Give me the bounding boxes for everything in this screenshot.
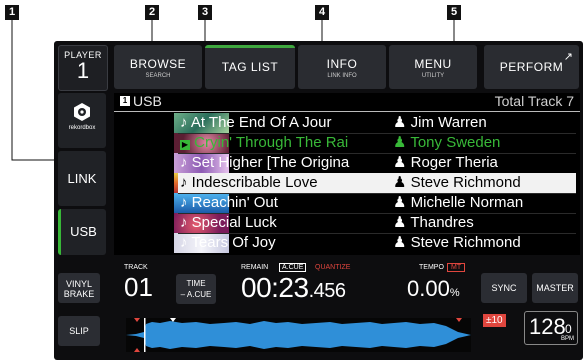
callout-1: 1 [5, 5, 19, 20]
tempo-label: TEMPO [419, 264, 444, 271]
track-artist: ♟ Jim Warren [393, 114, 487, 131]
list-source: USB [133, 93, 162, 109]
slip-label: SLIP [69, 326, 89, 336]
tab-info-label: INFO [326, 57, 358, 71]
track-row[interactable]: ♪ Reachin' Out ♟ Michelle Norman [178, 193, 576, 214]
header-divider [114, 111, 580, 112]
time-mode-label: TIME [186, 279, 206, 288]
tab-tag-list[interactable]: TAG LIST [205, 45, 295, 89]
master-tempo-label: MT [447, 263, 466, 272]
waveform [126, 318, 471, 352]
link-label: LINK [67, 171, 97, 186]
tab-browse[interactable]: BROWSE SEARCH [114, 45, 202, 89]
track-artist: ♟ Tony Sweden [393, 134, 501, 151]
track-title: ▶ Cryin' Through The Rai [180, 134, 349, 151]
tab-info[interactable]: INFO LINK INFO [298, 45, 386, 89]
track-row[interactable]: ♪ Set Higher [The Origina ♟ Roger Theria [178, 153, 576, 174]
tab-menu-label: MENU [414, 57, 452, 71]
expand-icon: ↗ [563, 51, 573, 63]
rekordbox-icon [74, 103, 90, 121]
tab-menu-sub: UTILITY [421, 73, 445, 79]
remain-label: REMAIN [241, 264, 269, 271]
player-indicator: PLAYER 1 [58, 45, 108, 91]
time-display: 00:23.456 [241, 272, 346, 303]
track-title: ♪ Special Luck [180, 214, 277, 231]
total-tracks: Total Track 7 [494, 93, 574, 109]
sync-button[interactable]: SYNC [481, 273, 527, 303]
source-badge: 1 [120, 96, 130, 106]
source-usb[interactable]: USB [58, 209, 106, 255]
track-title: ♪ Reachin' Out [180, 194, 278, 211]
callout-2: 2 [145, 5, 159, 20]
tempo-range-badge: ±10 [483, 314, 506, 327]
player-number: 1 [76, 58, 90, 83]
callout-4: 4 [315, 5, 329, 20]
bpm-label: BPM [561, 336, 575, 342]
callout-3: 3 [198, 5, 212, 20]
bpm-decimal: 0 [565, 322, 572, 336]
master-label: MASTER [536, 283, 574, 293]
track-row[interactable]: ♪ At The End Of A Jour ♟ Jim Warren [178, 113, 576, 134]
list-header: 1 USB Total Track 7 [116, 93, 578, 111]
track-title: ♪ Tears Of Joy [180, 234, 276, 251]
tempo-value: 0.00% [407, 276, 460, 301]
time-mode-button[interactable]: TIME – A.CUE [176, 274, 216, 304]
source-link[interactable]: LINK [58, 151, 106, 206]
tab-tag-list-label: TAG LIST [221, 60, 279, 74]
tab-menu[interactable]: MENU UTILITY [389, 45, 477, 89]
track-row-selected[interactable]: ♪ Indescribable Love ♟ Steve Richmond [178, 173, 576, 194]
track-row-playing[interactable]: ▶ Cryin' Through The Rai ♟ Tony Sweden [178, 133, 576, 154]
vinyl-brake-button[interactable]: VINYL BRAKE [58, 273, 100, 303]
deck-info: TRACK 01 TIME – A.CUE REMAIN A.CUE QUANT… [114, 260, 479, 360]
track-artist: ♟ Thandres [393, 214, 474, 231]
time-mode-sub: – A.CUE [180, 290, 212, 299]
track-number: 01 [124, 272, 153, 302]
track-artist: ♟ Steve Richmond [393, 234, 521, 251]
track-list: 1 USB Total Track 7 ♪ At The End Of A Jou… [114, 93, 580, 255]
master-button[interactable]: MASTER [532, 273, 578, 303]
track-title: ♪ Set Higher [The Origina [180, 154, 350, 171]
tab-info-sub: LINK INFO [327, 73, 357, 79]
bpm-display: 128 0 BPM [524, 311, 578, 345]
track-artist: ♟ Michelle Norman [393, 194, 524, 211]
track-number-label: TRACK [124, 264, 148, 271]
track-row[interactable]: ♪ Special Luck ♟ Thandres [178, 213, 576, 234]
perform-button[interactable]: PERFORM ↗ [484, 45, 579, 89]
track-title: ♪ Indescribable Love [180, 174, 318, 191]
quantize-label: QUANTIZE [315, 264, 351, 271]
tab-browse-sub: SEARCH [145, 73, 171, 79]
slip-button[interactable]: SLIP [58, 316, 100, 346]
sync-label: SYNC [491, 283, 517, 293]
track-row[interactable]: ♪ Tears Of Joy ♟ Steve Richmond [178, 233, 576, 253]
tab-browse-label: BROWSE [129, 57, 187, 71]
rekordbox-label: rekordbox [68, 125, 96, 131]
track-title: ♪ At The End Of A Jour [180, 114, 332, 131]
playing-icon: ▶ [180, 140, 190, 150]
source-rekordbox[interactable]: rekordbox [58, 93, 106, 148]
track-artist: ♟ Roger Theria [393, 154, 498, 171]
vinyl-brake-label: VINYL BRAKE [63, 279, 95, 299]
usb-label: USB [70, 224, 97, 239]
cdj-screen: PLAYER 1 BROWSE SEARCH TAG LIST INFO LIN… [54, 41, 583, 360]
callout-5: 5 [447, 5, 461, 20]
auto-cue-label: A.CUE [279, 263, 307, 272]
track-artist: ♟ Steve Richmond [393, 174, 521, 191]
